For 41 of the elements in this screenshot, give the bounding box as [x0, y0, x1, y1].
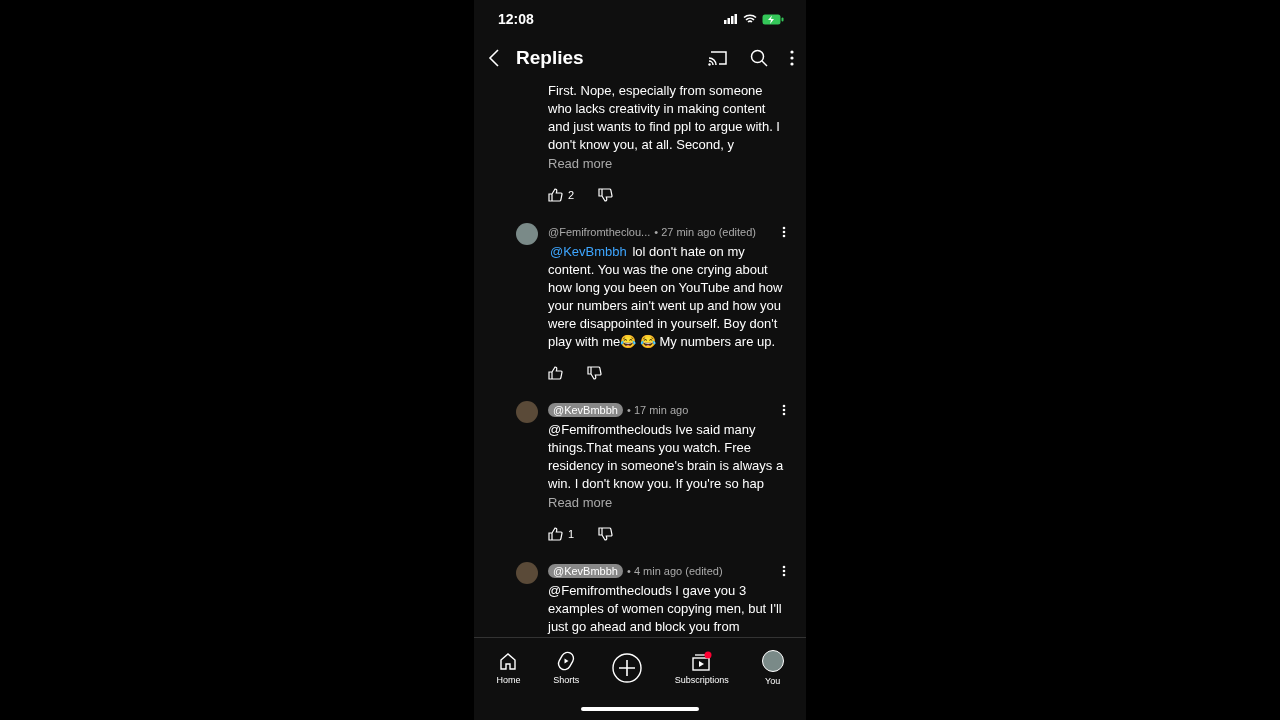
like-button[interactable] [548, 366, 563, 380]
cast-icon[interactable] [708, 50, 728, 66]
nav-tab[interactable] [612, 653, 642, 683]
comment-author[interactable]: @KevBmbbh [548, 403, 623, 417]
comment-text: @KevBmbbh lol don't hate on my content. You was the one crying about how long you been on YouTube and how your numbers ain't went up and how you were disappointed in yourself. Boy don't play with me😂 😂 My numbers are up. [548, 243, 784, 351]
avatar[interactable] [516, 223, 538, 245]
dislike-button[interactable] [598, 188, 614, 202]
comment-menu-icon[interactable] [782, 226, 786, 238]
wifi-icon [743, 14, 757, 24]
shorts-icon [556, 651, 577, 671]
dislike-button[interactable] [598, 527, 614, 541]
dislike-button[interactable] [587, 366, 602, 380]
nav-tab[interactable]: You [761, 650, 784, 686]
status-time: 12:08 [498, 11, 534, 27]
comment-menu-icon[interactable] [782, 404, 786, 416]
back-button[interactable] [488, 49, 500, 67]
profile-avatar [761, 650, 784, 672]
comment-time: • 17 min ago [627, 404, 690, 416]
signal-icon [724, 14, 738, 24]
like-button[interactable]: 1 [548, 527, 575, 541]
nav-tab[interactable]: Shorts [553, 651, 580, 685]
home-icon [498, 651, 519, 671]
comment-time: • 4 min ago (edited) [627, 565, 724, 577]
nav-tab[interactable]: Home [496, 651, 521, 685]
comment-time: • 27 min ago (edited) [654, 226, 757, 238]
read-more-link[interactable]: Read more [548, 494, 613, 512]
mention-link[interactable]: @KevBmbbh [548, 244, 629, 259]
comment-text: @Femifromtheclouds Ive said many things.That means you watch. Free residency in someone's brain is always a win. I don't know you. If you're so hap [548, 421, 785, 493]
comment-author[interactable]: @KevBmbbh [548, 564, 623, 578]
comment-author[interactable]: @Femifromtheclou... [548, 226, 651, 238]
read-more-link[interactable]: Read more [548, 155, 613, 173]
create-plus-icon [612, 653, 642, 683]
like-button[interactable]: 2 [548, 188, 575, 202]
battery-icon [762, 13, 784, 25]
more-menu-icon[interactable] [790, 50, 794, 66]
search-icon[interactable] [750, 49, 768, 67]
page-title: Replies [516, 47, 585, 69]
nav-tab[interactable]: Subscriptions [674, 651, 729, 685]
comment-text: @Femifromtheclouds I gave you 3 examples of women copying men, but I'll just go ahead and block you from [548, 582, 783, 636]
comment-menu-icon[interactable] [782, 565, 786, 577]
comment-text: First. Nope, especially from someone who lacks creativity in making content and just wants to find ppl to argue with. I don't know you, at all. Second, y [548, 82, 781, 154]
